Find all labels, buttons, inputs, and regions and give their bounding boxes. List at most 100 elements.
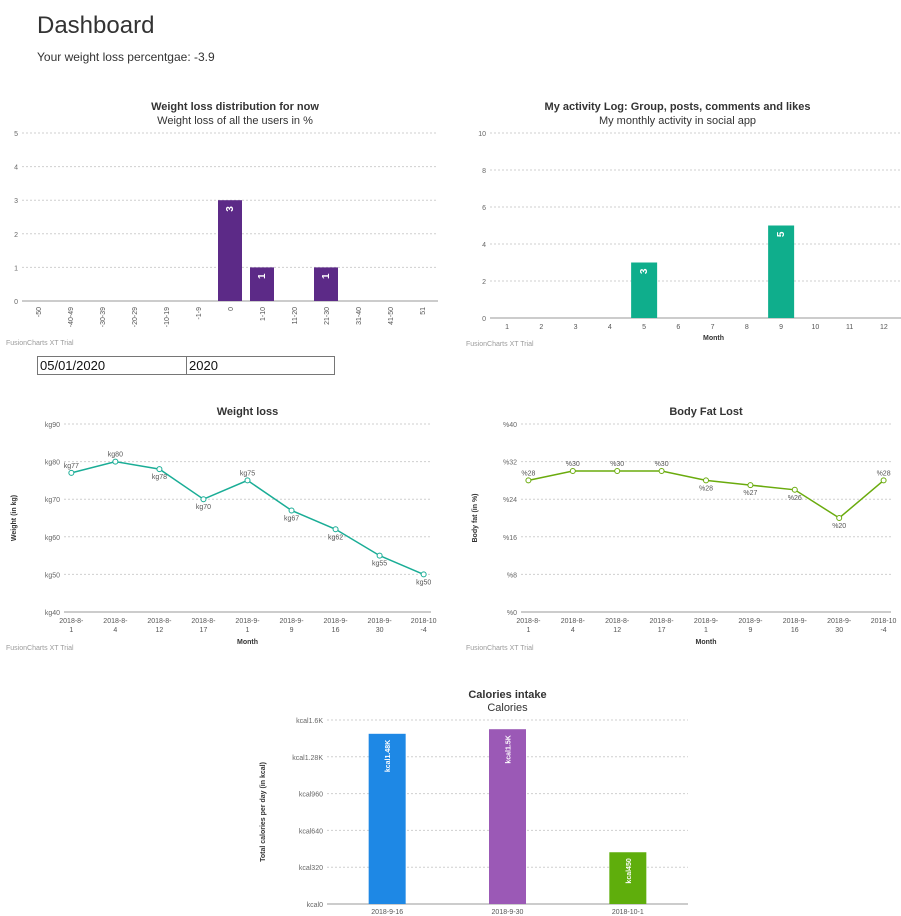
x-tick-label: 2018-8- [103,618,128,625]
data-label: kg67 [284,515,299,522]
x-tick-label: 0 [228,307,235,311]
x-tick-label: 12 [613,627,621,634]
x-tick-label: 2018-9- [235,618,260,625]
weight-loss-distribution-chart[interactable]: Weight loss distribution for now Weight l… [0,95,450,340]
data-label: %30 [610,461,624,468]
x-tick-label: -4 [880,627,886,634]
x-tick-label: 1 [246,627,250,634]
x-tick-label: 2018-9-30 [492,909,524,916]
data-label: %20 [832,523,846,530]
data-label: kg78 [152,474,167,481]
date-input[interactable] [37,356,187,375]
y-tick-label: kcal1.6K [296,718,323,725]
y-tick-label: %40 [503,422,517,429]
data-label: kg55 [372,561,387,568]
y-tick-label: 2 [482,279,486,286]
x-tick-label: 30 [835,627,843,634]
x-tick-label: 9 [779,324,783,331]
y-tick-label: %16 [503,535,517,542]
y-tick-label: 0 [482,316,486,323]
data-label: 1 [257,273,268,279]
data-label: 3 [639,268,650,274]
data-label: kcal1.5K [506,735,513,763]
x-tick-label: 2018-10 [871,618,897,625]
chart-title: Calories intake [468,689,546,701]
y-axis-title: Weight (in kg) [11,495,18,541]
x-tick-label: 6 [676,324,680,331]
year-input[interactable] [186,356,335,375]
data-point [658,468,665,474]
y-tick-label: kg80 [45,460,60,467]
y-tick-label: kcal640 [299,828,323,835]
x-tick-label: 3 [574,324,578,331]
weight-loss-percentage: Your weight loss percentgae: -3.9 [37,50,215,64]
data-label: kg75 [240,470,255,477]
data-label: %28 [699,485,713,492]
y-tick-label: kcal960 [299,792,323,799]
watermark-text: FusionCharts XT Trial [6,645,74,652]
x-tick-label: 2018-8- [650,618,675,625]
x-tick-label: -50 [36,307,43,317]
data-point [614,468,621,474]
x-tick-label: 8 [745,324,749,331]
calories-intake-chart[interactable]: Calories intakeCalories kcal0 kcal320 kcal6… [250,683,701,916]
data-label: kg62 [328,534,343,541]
x-tick-label: 2018-8- [59,618,84,625]
y-tick-label: kg40 [45,610,60,617]
x-tick-label: 1 [505,324,509,331]
chart-subtitle: Weight loss of all the users in % [157,115,313,127]
x-tick-label: 51 [420,307,427,315]
x-axis-title: Month [237,639,258,646]
x-tick-label: 2018-8- [561,618,586,625]
data-point [747,482,754,489]
x-tick-label: 21-30 [324,307,331,325]
bar [250,267,274,301]
x-tick-label: 2018-9- [827,618,852,625]
x-tick-label: 4 [571,627,575,634]
x-tick-label: 2018-10-1 [612,909,644,916]
data-point [288,507,295,514]
y-tick-label: 8 [482,168,486,175]
data-label: kg77 [64,463,79,470]
y-tick-label: 4 [482,242,486,249]
chart-subtitle: Calories [487,702,528,714]
x-axis-title: Month [696,639,717,646]
x-tick-label: 2018-9- [368,618,393,625]
data-label: kg80 [108,452,123,459]
x-tick-label: 9 [290,627,294,634]
x-tick-label: 2018-8- [147,618,172,625]
x-tick-label: 2018-10 [411,618,437,625]
y-tick-label: kg70 [45,497,60,504]
activity-log-chart[interactable]: My activity Log: Group, posts, comments … [460,95,901,345]
x-tick-label: 2018-9- [694,618,719,625]
body-fat-chart[interactable]: Body Fat Lost %0 %8 %16 %24 %32 %40 %28 %30 %30 %3… [460,400,901,646]
chart-title: Weight loss distribution for now [151,101,319,113]
weight-loss-chart[interactable]: Weight loss kg40 kg50 kg60 kg70 kg80 kg90 kg77 k… [0,400,450,646]
x-tick-label: 2018-8- [191,618,216,625]
chart-subtitle: My monthly activity in social app [599,115,756,127]
x-tick-label: 1 [69,627,73,634]
data-label: kg50 [416,579,431,586]
y-tick-label: 3 [14,198,18,205]
x-tick-label: 17 [200,627,208,634]
data-point [68,469,75,476]
x-tick-label: 16 [791,627,799,634]
x-tick-label: 1-10 [260,307,267,321]
y-tick-label: 10 [478,131,486,138]
x-tick-label: 2018-8- [516,618,541,625]
y-tick-label: %8 [507,572,517,579]
data-point [791,486,798,493]
data-label: 1 [321,273,332,279]
bar [218,200,242,301]
x-tick-label: 12 [156,627,164,634]
data-point [703,477,709,484]
data-point [569,468,576,474]
y-tick-label: kcal320 [299,865,323,872]
data-point [332,526,339,533]
x-tick-label: 10 [811,324,819,331]
data-point [836,515,843,521]
data-label: %30 [566,461,580,468]
x-tick-label: 7 [711,324,715,331]
data-point [525,477,532,484]
x-tick-label: 30 [376,627,384,634]
